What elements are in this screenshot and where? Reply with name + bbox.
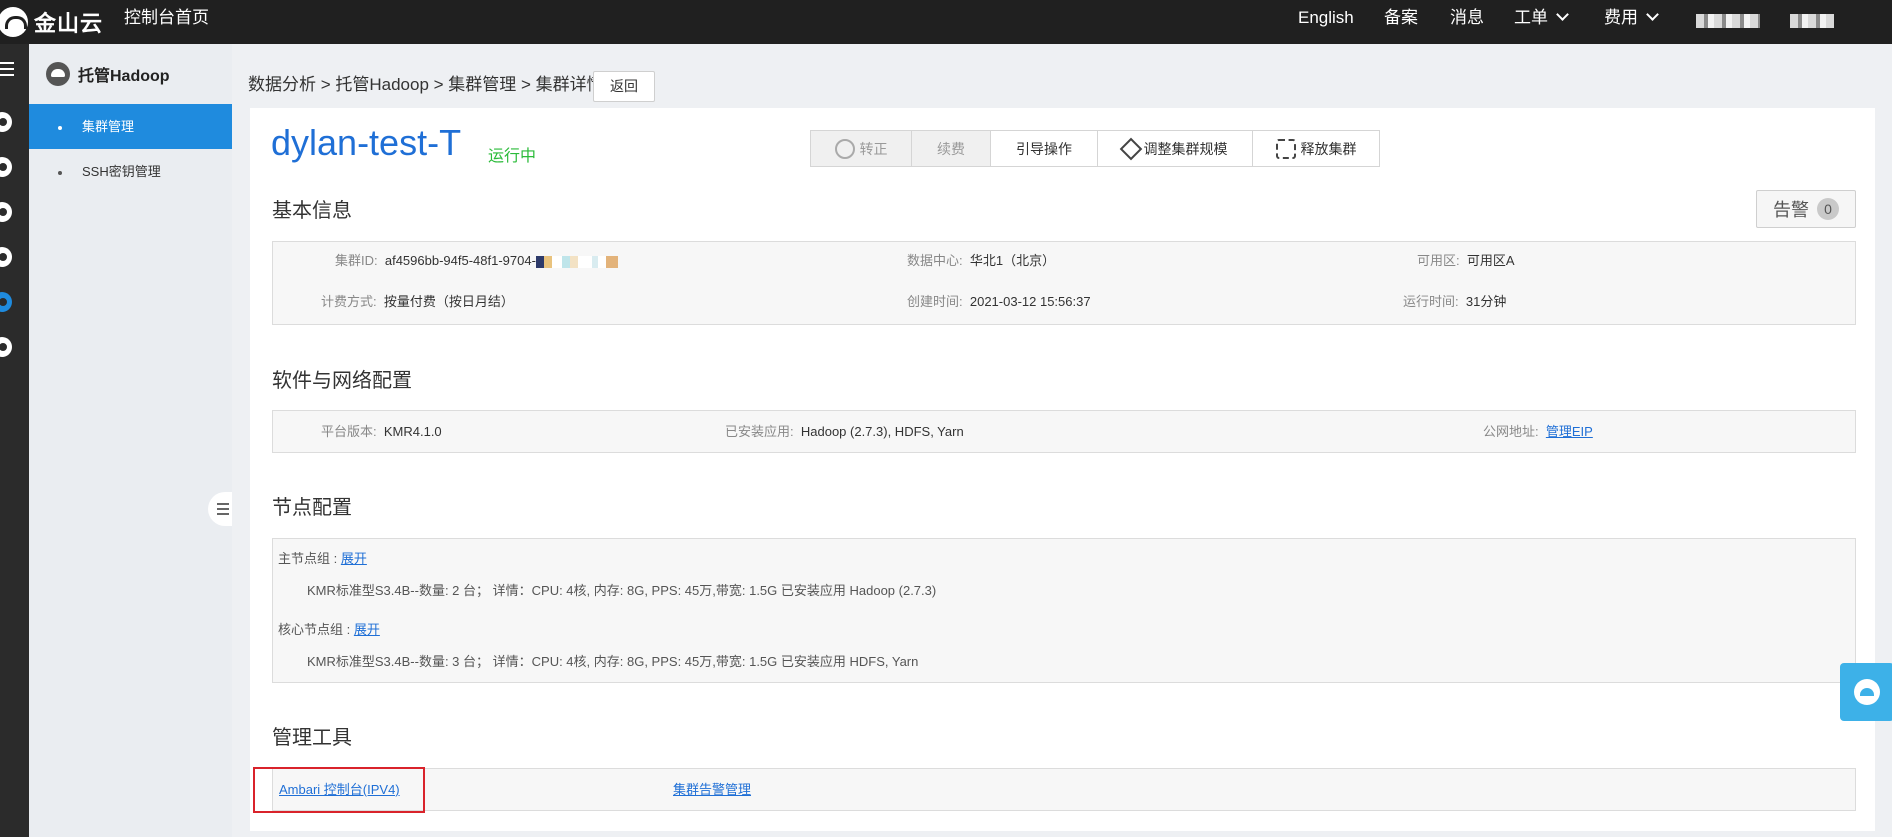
cluster-alert-management-link[interactable]: 集群告警管理 — [673, 782, 751, 797]
core-group-label: 核心节点组 : — [278, 622, 351, 637]
english-link[interactable]: English — [1298, 6, 1354, 30]
zone-label: 可用区: — [1417, 253, 1460, 268]
billing-label: 费用 — [1604, 8, 1638, 27]
billing-value: 按量付费（按日月结） — [383, 294, 514, 309]
hadoop-product-icon[interactable] — [0, 292, 12, 312]
chevron-down-icon — [1646, 8, 1659, 21]
chevron-down-icon — [1556, 8, 1569, 21]
logo-text: 金山云 — [34, 11, 104, 36]
basic-info-box: 集群ID: af4596bb-94f5-48f1-9704- 数据中心: 华北1… — [272, 241, 1856, 325]
database-icon — [834, 138, 855, 159]
cluster-detail-panel: dylan-test-T 运行中 转正 续费 引导操作 调整集群规模 释放集群 … — [250, 108, 1875, 831]
created-label: 创建时间: — [907, 294, 963, 309]
hadoop-elephant-icon — [46, 62, 70, 86]
beian-link[interactable]: 备案 — [1384, 6, 1418, 30]
datacenter-value: 华北1（北京） — [969, 253, 1056, 268]
button-label: 释放集群 — [1300, 140, 1357, 157]
redacted-id-fragment — [535, 255, 618, 268]
uptime-label: 运行时间: — [1403, 294, 1459, 309]
cluster-name: dylan-test-T — [271, 122, 462, 163]
alert-button[interactable]: 告警 0 — [1756, 190, 1856, 228]
product-icon[interactable] — [0, 202, 12, 222]
public-address-label: 公网地址: — [1483, 424, 1539, 439]
platform-value: KMR4.1.0 — [383, 424, 442, 439]
breadcrumb: 数据分析 > 托管Hadoop > 集群管理 > 集群详情 — [248, 75, 604, 94]
sidebar-header: 托管Hadoop — [29, 44, 232, 104]
platform-label: 平台版本: — [321, 424, 377, 439]
sidebar-item-cluster-management[interactable]: 集群管理 — [29, 104, 232, 149]
installed-apps-label: 已安装应用: — [725, 424, 794, 439]
messages-link[interactable]: 消息 — [1450, 6, 1484, 30]
convert-button[interactable]: 转正 — [811, 131, 912, 166]
software-box: 平台版本: KMR4.1.0 已安装应用: Hadoop (2.7.3), HD… — [272, 410, 1856, 453]
alert-count-badge: 0 — [1817, 198, 1839, 220]
back-button[interactable]: 返回 — [593, 71, 655, 102]
product-rail — [0, 44, 29, 837]
support-widget[interactable] — [1840, 663, 1892, 721]
menu-icon[interactable] — [0, 62, 14, 76]
installed-apps-value: Hadoop (2.7.3), HDFS, Yarn — [800, 424, 964, 439]
cluster-status: 运行中 — [488, 148, 537, 165]
ticket-menu[interactable]: 工单 — [1514, 6, 1569, 30]
master-group-detail: KMR标准型S3.4B--数量: 2 台； 详情：CPU: 4核, 内存: 8G… — [307, 583, 937, 598]
sidebar-item-label: SSH密钥管理 — [82, 164, 161, 179]
basic-info-title: 基本信息 — [272, 200, 352, 222]
tools-box: Ambari 控制台(IPV4) 集群告警管理 — [272, 768, 1856, 811]
renew-button[interactable]: 续费 — [912, 131, 991, 166]
wrench-icon — [1119, 137, 1142, 160]
button-label: 转正 — [859, 140, 888, 157]
console-home-link[interactable]: 控制台首页 — [124, 6, 209, 30]
manage-eip-link[interactable]: 管理EIP — [1546, 424, 1593, 439]
bootstrap-action-button[interactable]: 引导操作 — [991, 131, 1098, 166]
bullet-icon — [58, 170, 62, 175]
tools-title: 管理工具 — [272, 727, 352, 749]
resize-cluster-button[interactable]: 调整集群规模 — [1098, 131, 1253, 166]
sidebar-item-ssh-keys[interactable]: SSH密钥管理 — [29, 149, 232, 194]
product-icon[interactable] — [0, 247, 12, 267]
top-navbar: 金山云 控制台首页 English 备案 消息 工单 费用 — [0, 0, 1892, 44]
sidebar: 托管Hadoop 集群管理 SSH密钥管理 — [29, 44, 232, 837]
sidebar-item-label: 集群管理 — [82, 119, 135, 134]
cluster-id-label: 集群ID: — [335, 253, 378, 268]
action-toolbar: 转正 续费 引导操作 调整集群规模 释放集群 — [810, 130, 1380, 167]
sidebar-title: 托管Hadoop — [78, 68, 170, 85]
cluster-id-value: af4596bb-94f5-48f1-9704- — [384, 253, 536, 268]
software-title: 软件与网络配置 — [272, 370, 412, 392]
cloud-logo-icon — [0, 7, 28, 37]
product-icon[interactable] — [0, 337, 12, 357]
ticket-label: 工单 — [1514, 8, 1548, 27]
master-expand-link[interactable]: 展开 — [341, 551, 367, 566]
master-group-label: 主节点组 : — [278, 551, 338, 566]
alert-label: 告警 — [1773, 200, 1809, 220]
cloud-support-icon — [1854, 679, 1880, 705]
datacenter-label: 数据中心: — [907, 253, 963, 268]
nodes-title: 节点配置 — [272, 497, 352, 519]
ambari-highlight-box — [253, 767, 425, 813]
release-cluster-button[interactable]: 释放集群 — [1253, 131, 1379, 166]
created-value: 2021-03-12 15:56:37 — [969, 294, 1091, 309]
billing-menu[interactable]: 费用 — [1604, 6, 1659, 30]
logo[interactable]: 金山云 — [0, 4, 103, 40]
product-icon[interactable] — [0, 157, 12, 177]
bullet-icon — [58, 125, 62, 130]
product-icon[interactable] — [0, 112, 12, 132]
button-label: 续费 — [937, 140, 965, 157]
release-icon — [1275, 138, 1296, 159]
nodes-box: 主节点组 : 展开 KMR标准型S3.4B--数量: 2 台； 详情：CPU: … — [272, 538, 1856, 683]
redacted-account[interactable] — [1696, 14, 1760, 28]
uptime-value: 31分钟 — [1465, 294, 1507, 309]
zone-value: 可用区A — [1466, 253, 1515, 268]
core-expand-link[interactable]: 展开 — [354, 622, 380, 637]
redacted-username[interactable] — [1790, 14, 1834, 28]
button-label: 引导操作 — [1016, 140, 1072, 157]
core-group-detail: KMR标准型S3.4B--数量: 3 台； 详情：CPU: 4核, 内存: 8G… — [307, 654, 919, 669]
button-label: 调整集群规模 — [1143, 140, 1228, 157]
billing-label: 计费方式: — [321, 294, 377, 309]
